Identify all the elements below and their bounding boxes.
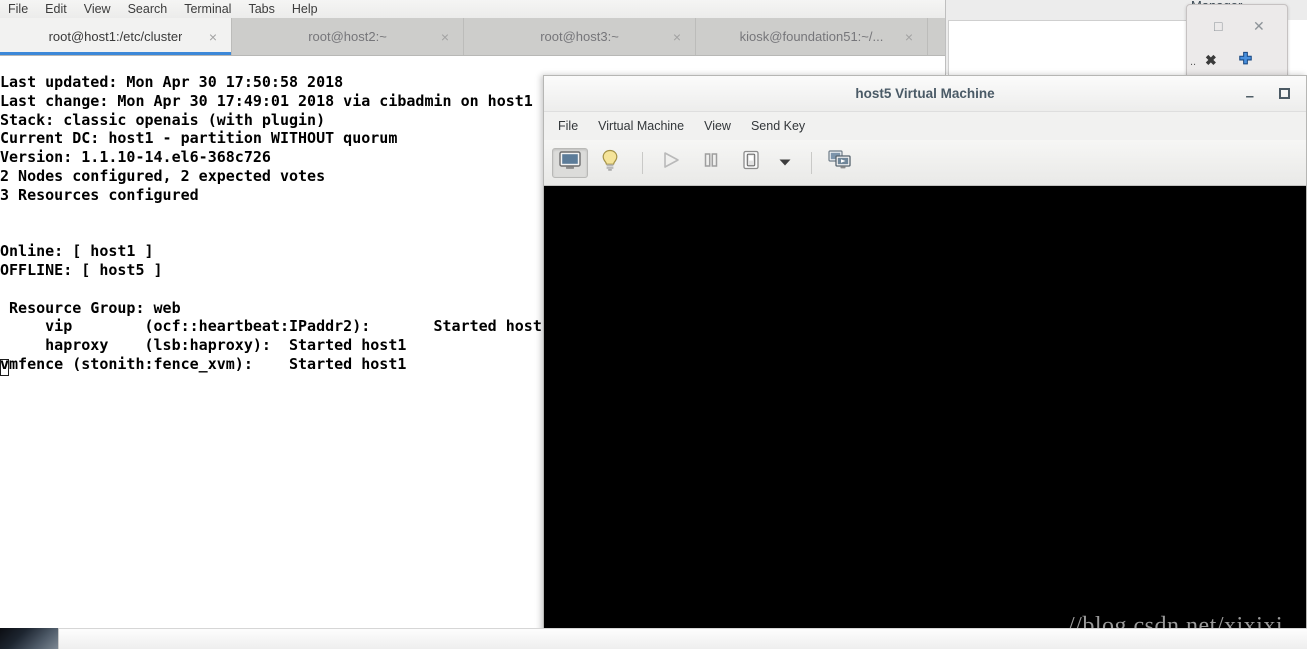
pause-icon [702, 151, 720, 174]
terminal-menu-file[interactable]: File [8, 2, 28, 16]
virtual-machine-window[interactable]: host5 Virtual Machine – File Virtual Mac… [543, 75, 1307, 649]
vmm-tab-label: .. [1190, 56, 1197, 68]
terminal-tab-host1[interactable]: root@host1:/etc/cluster × [0, 18, 232, 55]
tab-close-icon[interactable]: × [441, 30, 449, 44]
chevron-down-icon [778, 154, 792, 172]
vm-guest-console[interactable]: Red Hat Enterprise Linux Server 6.5 [544, 186, 1306, 649]
vmm-close-icon[interactable]: ✕ [1253, 19, 1265, 33]
vm-menu-send-key[interactable]: Send Key [751, 119, 805, 133]
tab-close-icon[interactable]: × [905, 30, 913, 44]
vm-titlebar[interactable]: host5 Virtual Machine – [544, 76, 1306, 112]
terminal-tab-host2[interactable]: root@host2:~ × [232, 18, 464, 55]
fullscreen-button[interactable] [822, 148, 858, 178]
vm-window-title: host5 Virtual Machine [855, 86, 995, 101]
terminal-tab-foundation51[interactable]: kiosk@foundation51:~/... × [696, 18, 928, 55]
add-connection-plus-icon[interactable] [1237, 51, 1254, 68]
vm-menu-virtual-machine[interactable]: Virtual Machine [598, 119, 684, 133]
terminal-menu-view[interactable]: View [84, 2, 111, 16]
power-switch-icon [741, 150, 761, 175]
desktop-root: Manager □ ✕ .. ✖ File Edit View Search T… [0, 0, 1307, 649]
vm-menu-view[interactable]: View [704, 119, 731, 133]
shutdown-dropdown-button[interactable] [773, 148, 797, 178]
toolbar-separator [811, 151, 812, 174]
vm-minimize-icon[interactable]: – [1246, 89, 1254, 104]
terminal-tab-host3[interactable]: root@host3:~ × [464, 18, 696, 55]
toolbar-separator [642, 151, 643, 174]
vm-toolbar [544, 140, 1306, 186]
terminal-tab-label: root@host3:~ [540, 29, 619, 44]
terminal-menu-edit[interactable]: Edit [45, 2, 67, 16]
terminal-menu-help[interactable]: Help [292, 2, 318, 16]
terminal-tab-label: root@host1:/etc/cluster [48, 29, 183, 44]
taskbar-window-thumbnail[interactable] [0, 628, 59, 649]
terminal-tabbar: root@host1:/etc/cluster × root@host2:~ ×… [0, 18, 945, 56]
tab-close-icon[interactable]: × [209, 30, 217, 44]
terminal-tab-label: root@host2:~ [308, 29, 387, 44]
vm-menu-file[interactable]: File [558, 119, 578, 133]
screens-icon [828, 150, 852, 175]
terminal-tab-label: kiosk@foundation51:~/... [739, 29, 884, 44]
vm-maximize-icon[interactable] [1279, 88, 1290, 99]
pause-button[interactable] [693, 148, 729, 178]
background-window-content [948, 20, 1190, 76]
terminal-output-text: Last updated: Mon Apr 30 17:50:58 2018 L… [0, 73, 551, 373]
vmm-maximize-icon[interactable]: □ [1214, 19, 1222, 33]
vm-menubar: File Virtual Machine View Send Key [544, 112, 1306, 140]
details-view-button[interactable] [592, 148, 628, 178]
terminal-menu-terminal[interactable]: Terminal [184, 2, 231, 16]
terminal-cursor [0, 359, 9, 376]
desktop-taskbar[interactable] [0, 628, 1307, 649]
terminal-menubar: File Edit View Search Terminal Tabs Help [0, 0, 945, 18]
vmm-tab-close-icon[interactable]: ✖ [1205, 52, 1217, 69]
run-button[interactable] [653, 148, 689, 178]
terminal-menu-search[interactable]: Search [128, 2, 168, 16]
play-icon [661, 151, 681, 174]
terminal-menu-tabs[interactable]: Tabs [248, 2, 274, 16]
tab-close-icon[interactable]: × [673, 30, 681, 44]
shutdown-button[interactable] [733, 148, 769, 178]
lightbulb-icon [600, 149, 620, 176]
console-view-button[interactable] [552, 147, 588, 178]
monitor-icon [559, 150, 581, 175]
